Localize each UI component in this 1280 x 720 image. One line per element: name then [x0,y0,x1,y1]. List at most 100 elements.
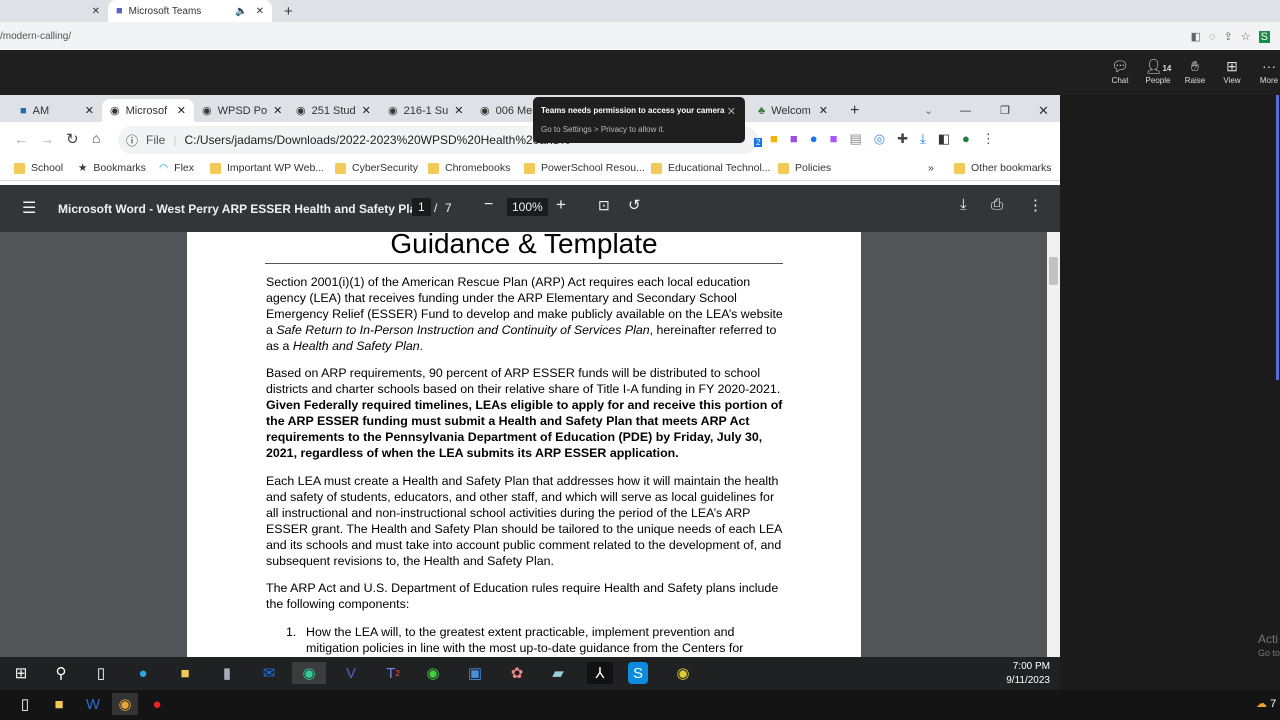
tab-welcome[interactable]: ♣ Welcom ✕ [750,99,836,122]
bookmark-chromebooks[interactable]: Chromebooks [428,162,510,174]
chat-button[interactable]: 💬︎ Chat [1102,58,1138,85]
globe-icon: ◉ [110,105,120,117]
windows-start-icon[interactable]: ⊞ [8,662,34,684]
bookmark-powerschool[interactable]: PowerSchool Resou... [524,162,645,174]
task-view-icon[interactable]: ▯ [12,693,38,715]
rotate-icon[interactable]: ↺ [628,196,641,214]
other-bookmarks[interactable]: Other bookmarks [954,162,1052,174]
profile-avatar[interactable]: ● [962,131,970,147]
reader-icon[interactable]: ▤ [849,131,861,147]
menu-icon[interactable]: ☰ [22,198,36,218]
app-icon[interactable]: ▰ [545,662,571,684]
outer-tab[interactable]: ✕ [0,0,108,22]
side-panel-icon[interactable]: ◧ [938,131,950,147]
keep-icon[interactable]: ■ [770,131,778,147]
back-button[interactable]: ← [14,131,28,147]
restore-button[interactable]: ❐ [992,99,1018,122]
print-icon[interactable]: ⎙ [991,196,1003,213]
extension-icon[interactable]: ◎ [874,131,885,147]
scrollbar[interactable] [1047,232,1060,657]
tab-am[interactable]: ■ AM ✕ [12,99,102,122]
folder-icon [778,162,789,174]
bookmark-edtech[interactable]: Educational Technol... [651,162,771,174]
close-window-button[interactable]: ✕ [1030,99,1057,122]
skype-icon[interactable]: S [628,662,648,684]
bookmark-flex[interactable]: ◠ Flex [159,162,194,174]
word-icon[interactable]: W [80,693,106,715]
new-tab-button[interactable]: + [842,99,867,122]
extension-icon[interactable]: ■ [790,131,798,147]
page-number-input[interactable]: 1 [412,198,431,216]
new-tab-button[interactable]: + [276,0,301,22]
folder-icon [210,162,221,174]
view-button[interactable]: ⊞ View [1214,58,1250,85]
bookmark-policies[interactable]: Policies [778,162,831,174]
paragraph-1: Section 2001(i)(1) of the American Rescu… [266,275,783,354]
outlook-icon[interactable]: ✉ [256,662,282,684]
weather-widget[interactable]: ☁ 7 [1256,697,1276,710]
acrobat-icon[interactable]: ⅄ [587,662,613,684]
minimize-button[interactable]: — [952,99,979,122]
raise-hand-button[interactable]: ✋︎ Raise [1177,58,1213,85]
tab-216[interactable]: ◉ 216-1 Su ✕ [380,99,470,122]
zoom-in-button[interactable]: + [556,195,566,215]
remote-desktop-icon[interactable]: ▣ [462,662,488,684]
globe-icon: ◉ [202,105,212,117]
chrome-icon[interactable]: ◉ [670,662,696,684]
download-icon[interactable]: ⤓ [960,196,967,213]
clock[interactable]: 7:00 PM 9/11/2023 [1006,660,1050,688]
scrollbar-thumb[interactable] [1049,257,1058,285]
chrome-icon[interactable]: ◉ [292,662,326,684]
activate-windows-watermark: Acti Go to [1258,632,1280,658]
chrome-icon[interactable]: ◉ [420,662,446,684]
zoom-input[interactable]: 100% [507,198,548,216]
close-icon[interactable]: ✕ [727,105,736,118]
folder-icon [954,162,965,174]
extension-icon[interactable]: ● [810,131,818,147]
tab-microsoft[interactable]: ◉ Microsof ✕ [102,99,194,122]
zoom-out-button[interactable]: − [484,196,493,214]
download-icon[interactable]: ⤓ [920,131,926,147]
bookmark-school[interactable]: School [14,162,63,174]
extension-icons[interactable]: ◧◌⇪☆ S [1191,30,1270,43]
recorder-icon[interactable]: ● [144,693,170,715]
people-button[interactable]: 👤︎14 People [1140,58,1176,85]
app-icon[interactable]: ✿ [504,662,530,684]
close-icon[interactable]: ✕ [92,6,100,17]
vpn-icon[interactable]: V [338,662,364,684]
bookmark-bookmarks[interactable]: ★ Bookmarks [78,162,146,174]
reload-button[interactable]: ↻ [66,130,79,148]
list-item-1: How the LEA will, to the greatest extent… [306,625,744,656]
chrome-icon[interactable]: ◉ [112,693,138,715]
menu-icon[interactable]: ⋮ [982,131,995,147]
tree-icon: ♣ [758,104,766,117]
outer-address-bar[interactable]: /modern-calling/ ◧◌⇪☆ S [0,22,1280,50]
tab-006[interactable]: ◉ 006 Me [472,99,534,122]
globe-icon: ◉ [388,105,398,117]
more-icon[interactable]: ⋮ [1028,196,1043,214]
tab-search-icon[interactable]: ⌄ [916,99,941,122]
app-icon[interactable]: ▮ [214,662,240,684]
extension-icon[interactable]: ■ [830,131,838,147]
forward-button[interactable]: → [40,131,54,147]
file-explorer-icon[interactable]: ■ [46,693,72,715]
speaker-icon[interactable]: 🔈 [235,6,247,17]
tab-wpsd[interactable]: ◉ WPSD Po ✕ [194,99,286,122]
pdf-viewer: Guidance & Template Section 2001(i)(1) o… [0,232,1047,657]
home-button[interactable]: ⌂ [92,130,100,146]
bookmarks-overflow[interactable]: » [928,162,934,174]
url-text: C:/Users/jadams/Downloads/2022-2023%20WP… [184,133,571,147]
puzzle-icon[interactable]: ✚ [897,131,908,147]
close-icon[interactable]: ✕ [256,6,264,17]
more-button[interactable]: ··· More [1251,58,1280,85]
teams-icon[interactable]: T2 [380,662,406,684]
fit-page-icon[interactable]: ⊡ [598,197,610,214]
task-view-icon[interactable]: ▯ [88,662,114,684]
file-explorer-icon[interactable]: ■ [172,662,198,684]
bookmark-cybersecurity[interactable]: CyberSecurity [335,162,418,174]
bookmark-important[interactable]: Important WP Web... [210,162,324,174]
tab-251[interactable]: ◉ 251 Stud ✕ [288,99,378,122]
search-icon[interactable]: ⚲ [48,662,74,684]
edge-icon[interactable]: ● [130,662,156,684]
outer-tab-teams[interactable]: ■ Microsoft Teams 🔈 ✕ [108,0,272,22]
